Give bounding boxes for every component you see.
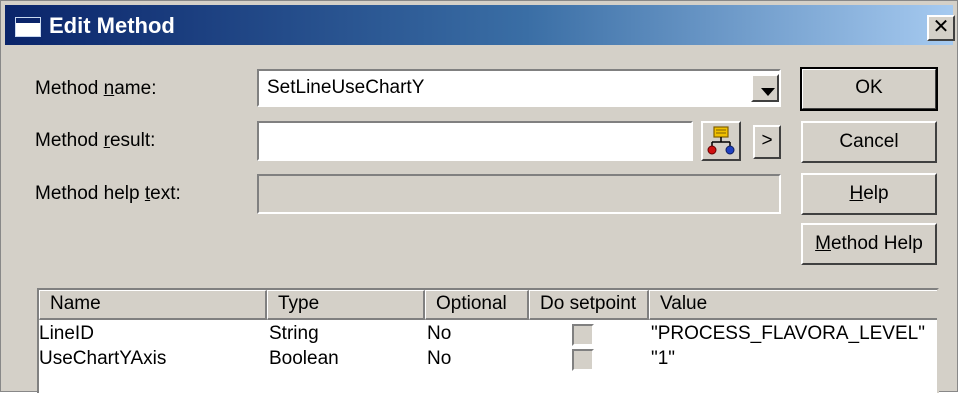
row-optional[interactable]: No <box>427 347 451 371</box>
row-optional[interactable]: No <box>427 322 451 346</box>
method-name-combobox[interactable]: SetLineUseChartY <box>257 69 781 107</box>
method-name-dropdown-button[interactable] <box>751 74 779 102</box>
row-do-setpoint-checkbox[interactable] <box>572 349 594 371</box>
method-result-label-pre: Method <box>35 130 104 151</box>
column-header-do-setpoint[interactable]: Do setpoint <box>529 290 649 320</box>
method-name-label-post: ame: <box>114 78 157 99</box>
column-header-value[interactable]: Value <box>649 290 937 320</box>
column-header-type[interactable]: Type <box>267 290 425 320</box>
method-result-label-post: esult: <box>109 130 156 151</box>
row-name[interactable]: LineID <box>39 322 94 346</box>
parameters-table: Name Type Optional Do setpoint Value Lin… <box>37 288 939 393</box>
method-name-label-pre: Method <box>35 78 104 99</box>
column-header-name[interactable]: Name <box>39 290 267 320</box>
help-button-rest: elp <box>863 183 889 204</box>
method-result-input[interactable] <box>257 121 693 161</box>
method-help-text-field <box>257 174 781 214</box>
row-name[interactable]: UseChartYAxis <box>39 347 166 371</box>
row-do-setpoint-checkbox[interactable] <box>572 324 594 346</box>
close-button[interactable]: ✕ <box>927 15 955 41</box>
method-name-label: Method name: <box>35 77 156 101</box>
ok-button[interactable]: OK <box>800 67 938 111</box>
method-help-button-rest: ethod Help <box>830 233 923 254</box>
row-type[interactable]: Boolean <box>269 347 339 371</box>
method-name-value: SetLineUseChartY <box>267 77 425 98</box>
method-help-text-label: Method help text: <box>35 182 181 206</box>
help-button-key: H <box>849 183 864 204</box>
method-help-label-pre: Method help <box>35 183 145 204</box>
method-help-button[interactable]: Method Help <box>801 223 937 265</box>
browse-tags-button[interactable] <box>701 121 741 161</box>
method-result-label: Method result: <box>35 129 155 153</box>
row-value[interactable]: "1" <box>651 347 675 371</box>
dropdown-arrow-icon <box>761 88 775 96</box>
window-icon <box>15 17 41 37</box>
window-title: Edit Method <box>49 13 175 38</box>
help-button[interactable]: Help <box>801 173 937 215</box>
edit-method-dialog: Edit Method ✕ Method name: SetLineUseCha… <box>0 0 958 393</box>
title-bar[interactable]: Edit Method ✕ <box>5 5 955 45</box>
method-help-label-post: ext: <box>150 183 181 204</box>
cancel-button[interactable]: Cancel <box>801 121 937 163</box>
column-header-optional[interactable]: Optional <box>425 290 529 320</box>
browse-tags-icon <box>707 126 735 155</box>
method-name-label-key: n <box>103 78 115 99</box>
method-result-expand-button[interactable]: > <box>753 125 781 159</box>
method-help-button-key: M <box>815 233 831 254</box>
close-icon: ✕ <box>932 16 950 38</box>
row-value[interactable]: "PROCESS_FLAVORA_LEVEL" <box>651 322 925 346</box>
row-type[interactable]: String <box>269 322 319 346</box>
